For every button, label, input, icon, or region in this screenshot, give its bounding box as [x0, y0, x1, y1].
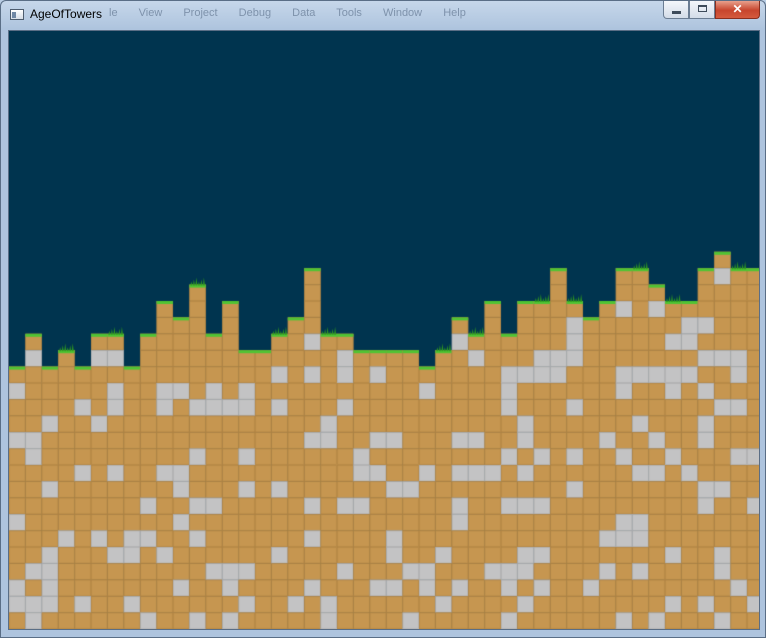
ghost-menu-item: Debug	[238, 7, 272, 19]
maximize-icon	[698, 5, 707, 12]
window-title: AgeOfTowers	[30, 7, 103, 21]
close-icon: ✕	[732, 2, 743, 16]
close-button[interactable]: ✕	[715, 1, 760, 19]
ghost-menu-item: Window	[383, 7, 423, 19]
window-controls: ✕	[663, 1, 760, 20]
ghost-menu-item: Tools	[336, 7, 362, 19]
ghost-menu-item: View	[138, 7, 163, 19]
ghost-menu-item: Data	[292, 7, 316, 19]
game-viewport[interactable]	[8, 30, 760, 630]
maximize-button[interactable]	[689, 1, 715, 19]
ghost-menu-item: Project	[183, 7, 218, 19]
ghost-menu-item: Help	[443, 7, 466, 19]
minimize-button[interactable]	[663, 1, 689, 19]
minimize-icon	[672, 11, 681, 14]
title-bar[interactable]: AgeOfTowers le View Project Debug Data T…	[1, 1, 765, 29]
ghost-menu-item: le	[109, 7, 118, 19]
window-icon	[10, 9, 24, 20]
background-menu-ghost: le View Project Debug Data Tools Window …	[109, 7, 484, 19]
app-window: AgeOfTowers le View Project Debug Data T…	[0, 0, 766, 638]
game-canvas[interactable]	[9, 31, 759, 629]
